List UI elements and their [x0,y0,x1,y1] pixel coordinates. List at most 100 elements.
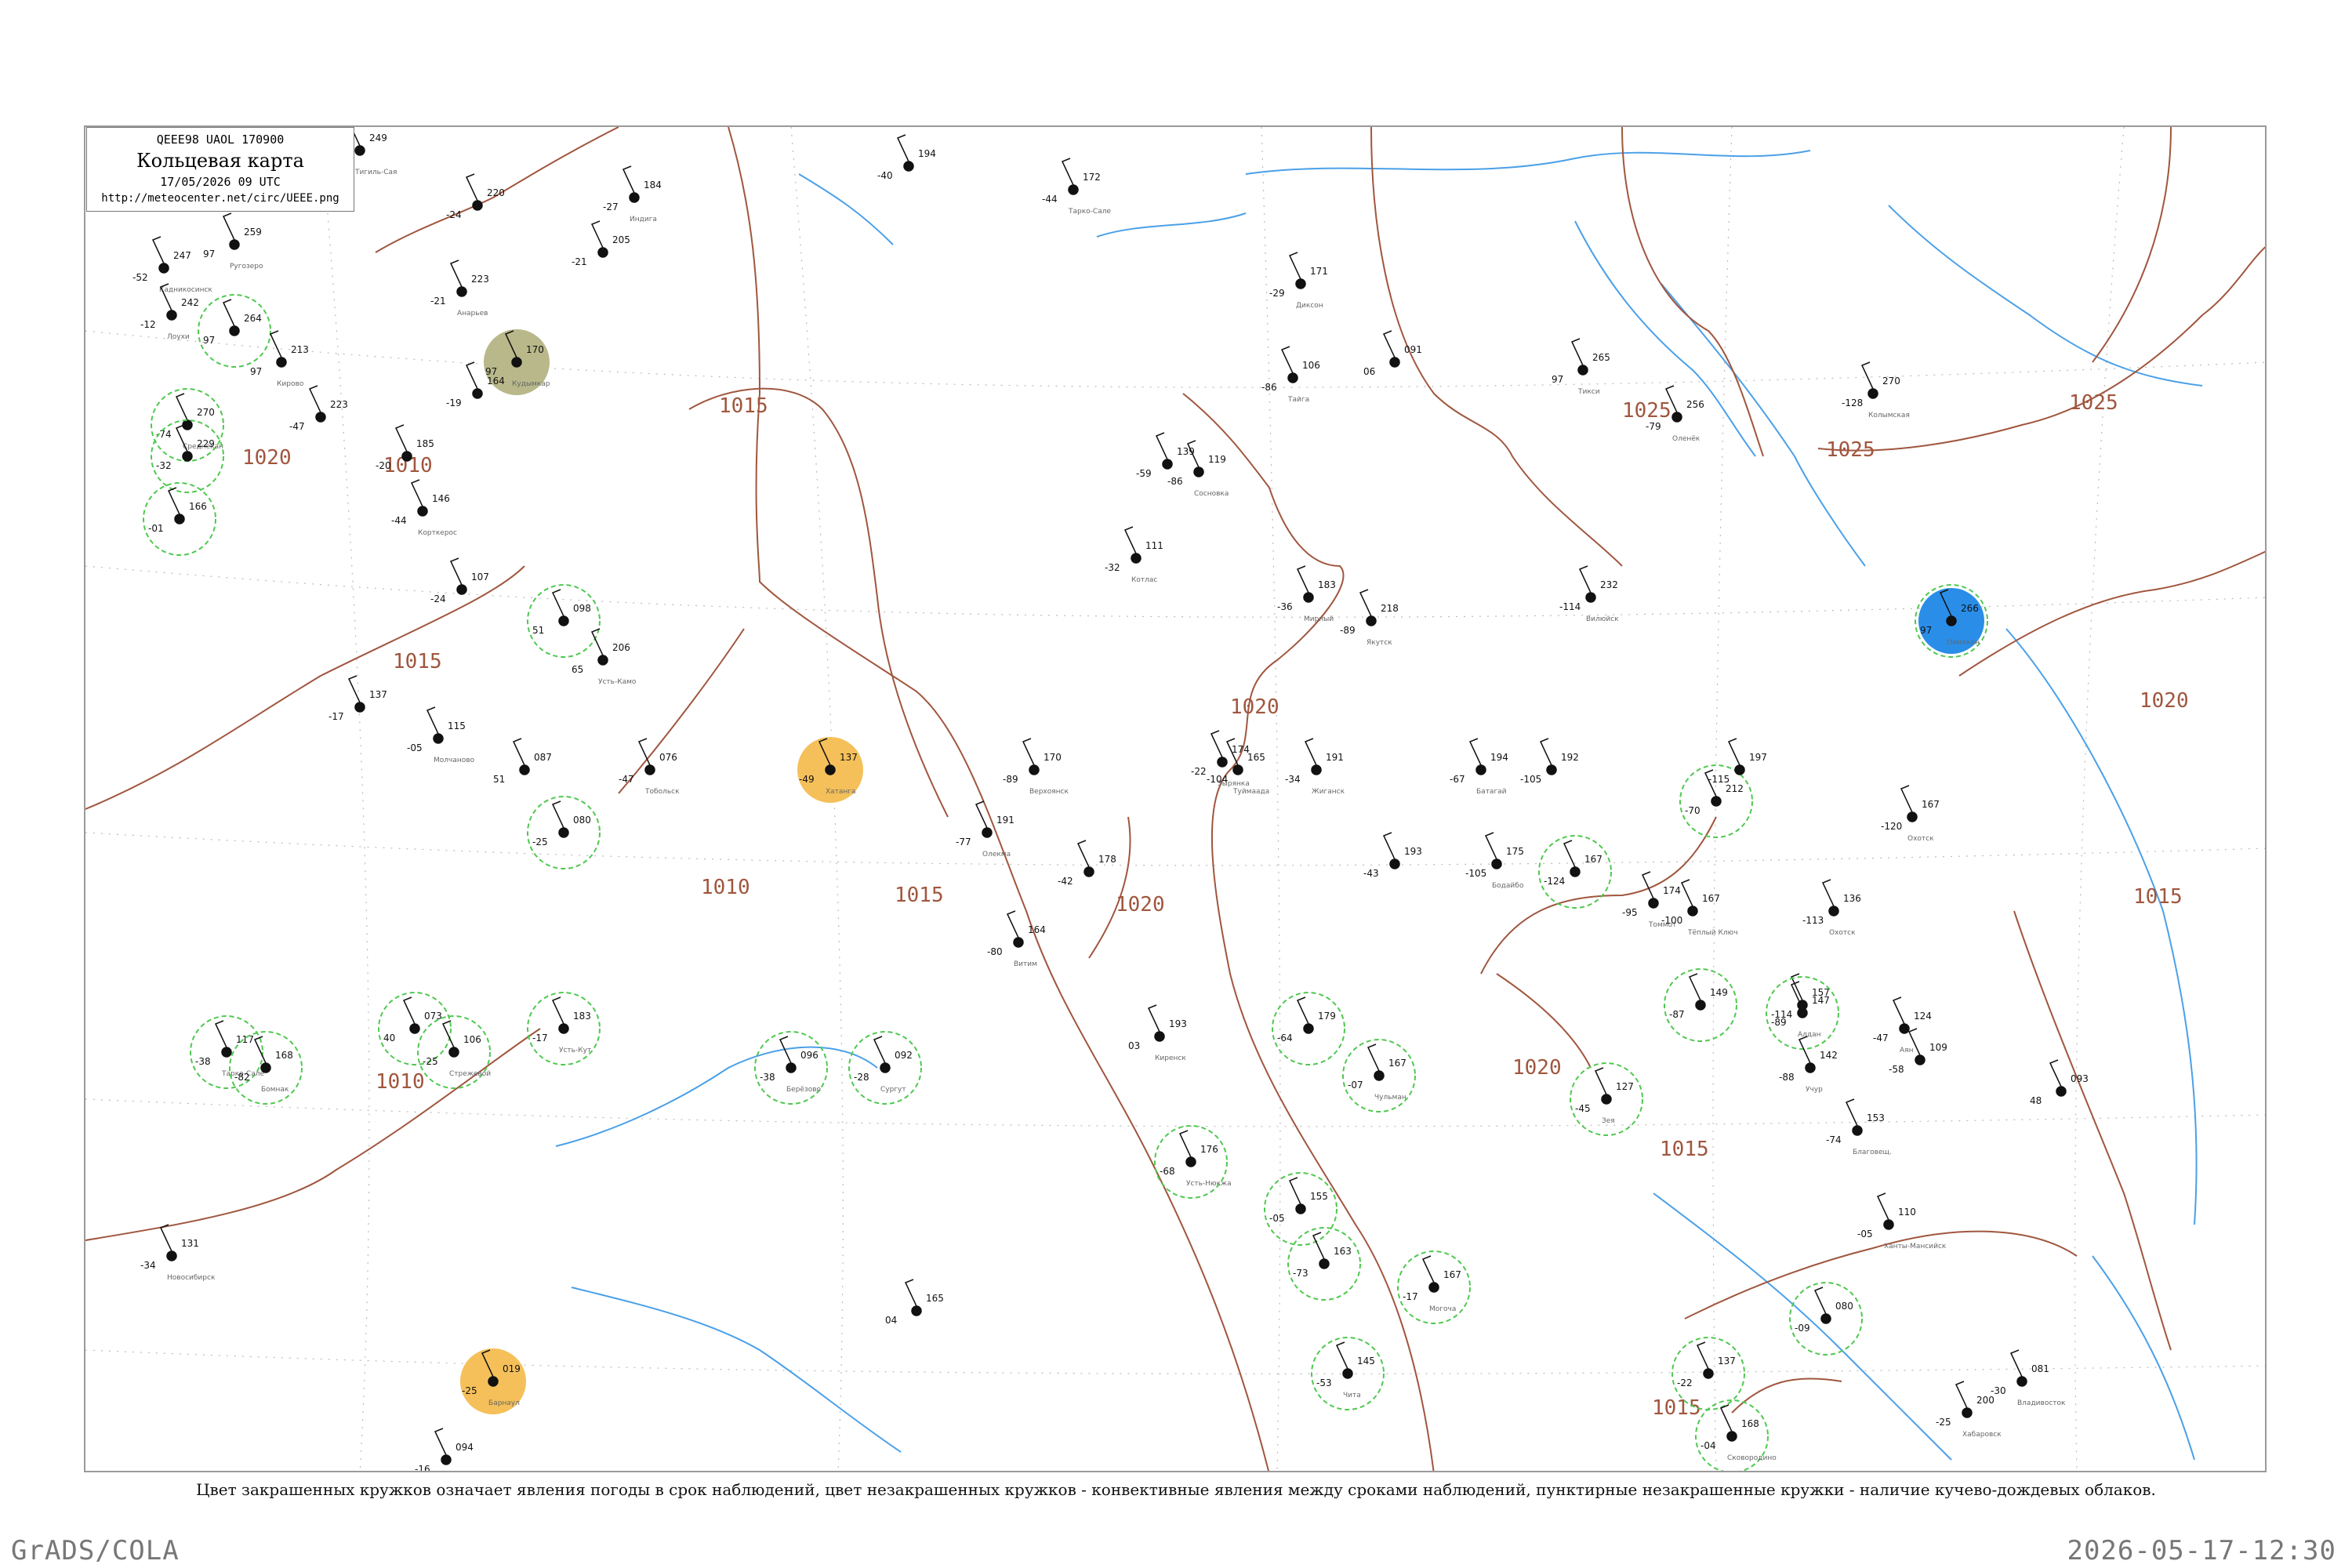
station-name: Киренск [1155,1054,1186,1062]
station-plot[interactable]: 131 -34 Новосибирск [140,1224,216,1282]
station-plot[interactable]: 096 -38 Берёзово [754,1031,828,1105]
station-name: Усть-Камо [598,678,637,686]
station-plot[interactable]: 153 -74 Благовещ. [1826,1098,1892,1156]
station-name: Молчаново [434,757,475,764]
station-plot[interactable]: 194 -40 [877,134,936,181]
station-plot[interactable]: 149 -87 [1664,968,1737,1042]
station-pressure: 184 [644,180,662,191]
station-plot[interactable]: 145 -53 Чита [1311,1337,1385,1410]
station-pressure: 179 [1318,1011,1336,1022]
station-plot[interactable]: 127 -45 Зея [1570,1062,1643,1136]
station-plot[interactable]: 264 97 [198,294,271,368]
station-plot[interactable]: 163 -73 [1287,1227,1361,1301]
station-plot[interactable]: 170 -89 Верхоянск [1003,738,1069,796]
station-plot[interactable]: 146 -44 Корткерос [391,479,457,537]
station-plot[interactable]: 265 97 Тикси [1552,338,1610,396]
station-plot[interactable]: 232 -114 Вилюйск [1559,565,1619,623]
station-plot[interactable]: 213 97 Кирово [250,330,309,388]
station-pressure: 232 [1600,579,1618,590]
station-plot[interactable]: 218 -89 Якутск [1340,589,1399,647]
station-plot[interactable]: 183 -17 Усть-Кут [527,992,601,1065]
station-plot[interactable]: 171 -29 Диксон [1269,252,1328,310]
station-plot[interactable]: 019 -25 Барнаул [460,1348,526,1414]
station-plot[interactable]: 176 -68 Усть-Нюкжа [1154,1125,1232,1199]
station-plot[interactable]: 191 -34 Жиганск [1285,738,1345,796]
station-plot[interactable]: 111 -32 Котлас [1105,526,1163,584]
station-plot[interactable]: 106 -86 Тайга [1261,346,1320,404]
station-plot[interactable]: 167 -120 Охотск [1881,785,1940,843]
station-plot[interactable]: 167 -124 [1538,835,1612,909]
station-plot[interactable]: 206 65 Усть-Камо [572,628,637,686]
station-plot[interactable]: 091 06 [1363,330,1422,377]
map-frame[interactable]: 1010 1010 1010 1015 1015 1015 1015 1015 … [84,125,2267,1472]
station-plot[interactable]: 098 51 [527,584,601,658]
station-plot[interactable]: 094 -16 [415,1428,474,1472]
station-plot[interactable]: 259 97 Ругозеро [203,212,263,270]
station-plot[interactable]: 270 -128 Колымская [1842,361,1910,419]
wind-barb-icon [1382,330,1396,358]
station-plot[interactable]: 117-38Тарко-Сале [190,1015,264,1089]
station-plot[interactable]: 193 03 Киренск [1128,1004,1187,1062]
map-date: 17/05/2026 09 UTC [160,175,281,189]
station-plot[interactable]: 266 97 Оймякон [1915,584,1988,658]
station-temperature: -24 [430,593,446,604]
station-plot[interactable]: 092 -28 Сургут [848,1031,922,1105]
station-plot[interactable]: 137 -49 Хатанга [797,737,863,803]
station-plot[interactable]: 136 -113 Охотск [1802,879,1861,937]
station-plot[interactable]: 080 -25 [527,796,601,869]
station-plot[interactable]: 270-74Среднекан [151,388,224,462]
station-plot[interactable]: 124 -47 Аян [1873,996,1932,1054]
station-plot[interactable]: 229 -32 [151,419,224,493]
station-pressure: 174 [1663,885,1681,896]
station-plot[interactable]: 172 -44 Тарко-Сале [1042,158,1111,216]
station-plot[interactable]: 197 -115 [1708,738,1767,785]
station-plot[interactable]: 175 -105 Бодайбо [1465,832,1524,890]
station-temperature: -114 [1559,601,1581,612]
station-plot[interactable]: 193 -43 [1363,832,1422,879]
station-plot[interactable]: 139-59 [1136,432,1195,479]
station-plot[interactable]: 191 -77 Олекма [956,800,1014,858]
station-plot[interactable]: 194 -67 Батагай [1450,738,1508,796]
cloud-cover-icon [1319,1258,1330,1269]
station-plot[interactable]: 183 -36 Мирный [1277,565,1336,623]
station-plot[interactable]: 167 -17 Могоча [1397,1250,1471,1324]
cloud-cover-icon [1805,1062,1816,1073]
station-plot[interactable]: 076 -47 Тобольск [619,738,680,796]
station-name: Чульман [1374,1094,1406,1102]
station-pressure: 119 [1208,454,1226,465]
station-plot[interactable]: 168 -82 Бомнак [229,1031,303,1105]
station-name: Могоча [1429,1305,1456,1313]
map-url[interactable]: http://meteocenter.net/circ/UEEE.png [87,192,354,205]
station-plot[interactable]: 166 -01 [143,482,216,556]
wind-barb-icon [402,996,416,1025]
station-plot[interactable]: 073 40 [378,992,452,1065]
station-name: Туймаада [1232,788,1269,796]
station-plot[interactable]: 165 04 [885,1279,944,1326]
station-plot[interactable]: 220 -24 [446,173,505,220]
cloud-cover-icon [903,161,914,172]
station-plot[interactable]: 223 -47 [289,385,348,432]
station-plot[interactable]: 178 -42 [1058,840,1116,887]
station-temperature: -19 [446,397,462,408]
station-plot[interactable]: 247 -52 Кадникосинск [132,236,212,294]
station-plot[interactable]: 087 51 [493,738,552,785]
station-plot[interactable]: 110 -05 Ханты-Мансийск [1857,1192,1947,1250]
station-plot[interactable]: 179 -64 [1272,992,1345,1065]
wind-barb-icon [1304,738,1317,766]
station-temperature: 97 [1552,374,1563,385]
station-plot[interactable]: 115 -05 Молчаново [407,706,475,764]
station-plot[interactable]: 093 48 [2030,1059,2089,1106]
station-plot[interactable]: 167 -07 Чульман [1342,1039,1416,1112]
station-plot[interactable]: 223 -21 Анарьев [430,260,489,318]
station-plot[interactable]: 205 -21 [572,220,630,267]
weather-map[interactable]: 1010 1010 1010 1015 1015 1015 1015 1015 … [85,127,2267,1472]
station-plot[interactable]: 081 -30 Владивосток [1991,1349,2066,1407]
station-plot[interactable]: 109 -58 [1889,1028,1947,1075]
station-temperature: -47 [1873,1033,1889,1044]
station-plot[interactable]: 184 -27 Индига [603,165,662,223]
station-plot[interactable]: 192 -105 [1520,738,1579,785]
station-plot[interactable]: 106 -25 Стрежевой [417,1015,491,1089]
station-plot[interactable]: 168 -04 Сковородино [1695,1399,1777,1472]
station-plot[interactable]: 155 -05 [1264,1172,1338,1246]
station-plot[interactable]: 080 -09 [1789,1282,1863,1356]
